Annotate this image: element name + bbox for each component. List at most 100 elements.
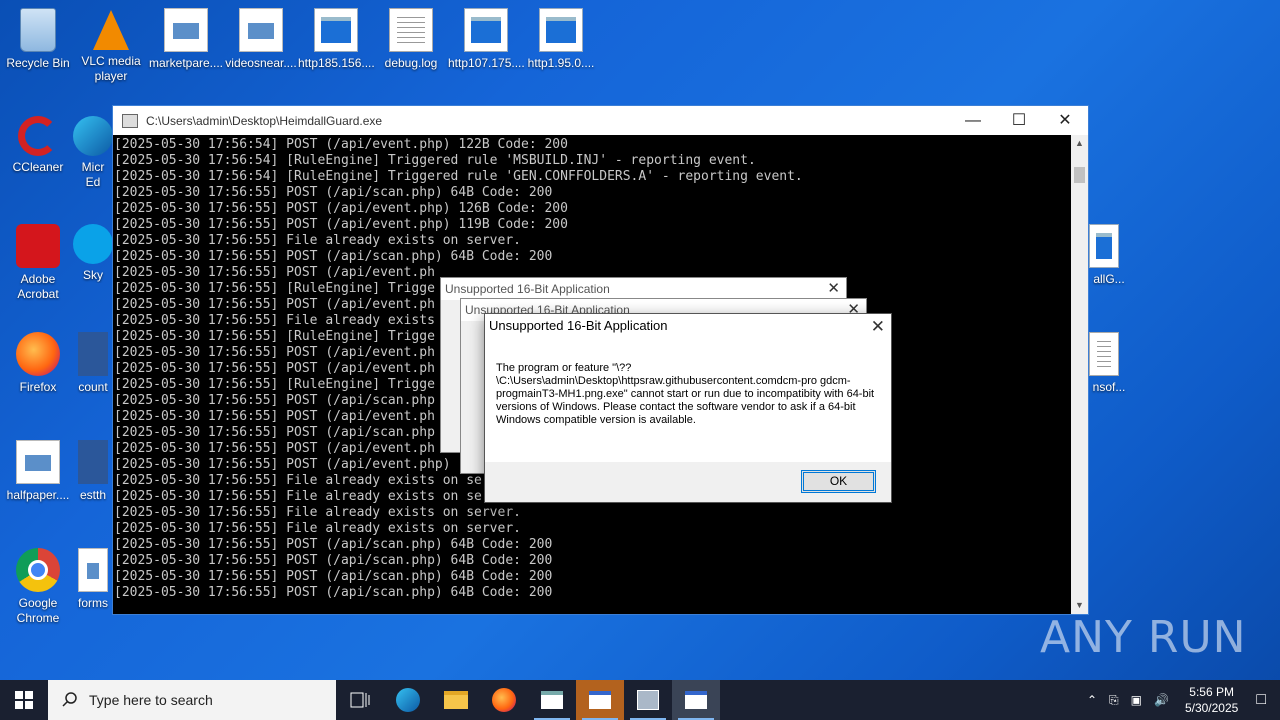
console-line: [2025-05-30 17:56:55] POST (/api/scan.ph… [114,537,553,552]
desktop-icon-label: Micr Ed [81,160,105,189]
maximize-button[interactable]: ☐ [996,106,1042,135]
desktop-icon-nsof[interactable]: nsof... [1089,326,1129,395]
executable-icon [539,8,583,52]
search-icon [62,692,77,707]
console-line: [2025-05-30 17:56:55] File already exist… [114,233,521,248]
image-file-icon [16,440,60,484]
dialog-title-text: Unsupported 16-Bit Application [445,282,610,296]
close-icon[interactable]: ✕ [871,315,885,339]
desktop-icon-label: debug.log [384,56,438,70]
desktop-icon-label: http185.156.... [298,56,375,70]
desktop-icon-label: forms [78,596,108,610]
taskbar-search[interactable]: Type here to search [48,680,336,720]
chrome-icon [16,548,60,592]
device-icon[interactable]: ▣ [1125,693,1148,707]
taskbar-file-explorer[interactable] [432,680,480,720]
start-button[interactable] [0,680,48,720]
desktop-icon-label: Adobe Acrobat [17,272,59,301]
windows-logo-icon [15,691,33,709]
desktop-icon-label: nsof... [1092,380,1126,394]
taskbar-console[interactable] [672,680,720,720]
desktop-icon-acrobat[interactable]: Adobe Acrobat [0,218,76,302]
window-app-icon [589,691,611,709]
desktop-icon-firefox[interactable]: Firefox [0,326,76,395]
desktop-icon-label: Sky [82,268,103,282]
anyrun-watermark: ANY RUN [1040,612,1247,663]
console-line: [2025-05-30 17:56:54] [RuleEngine] Trigg… [114,169,803,184]
ok-button[interactable]: OK [801,470,876,493]
folder-icon [444,691,468,709]
desktop-icon-label: count [78,380,108,394]
taskbar-app-2[interactable] [576,680,624,720]
console-titlebar[interactable]: C:\Users\admin\Desktop\HeimdallGuard.exe… [113,106,1088,135]
desktop-icon-http185[interactable]: http185.156.... [298,2,375,71]
window-app-icon [541,691,563,709]
word-doc-icon [78,332,108,376]
chevron-up-icon[interactable]: ⌃ [1081,693,1103,707]
desktop-icon-allg[interactable]: allG... [1089,218,1129,287]
taskbar-edge[interactable] [384,680,432,720]
desktop-icon-estth[interactable]: estth [73,434,113,503]
console-line: [2025-05-30 17:56:55] File already exist… [114,521,521,536]
desktop-icon-recycle-bin[interactable]: Recycle Bin [0,2,76,71]
taskbar-firefox[interactable] [480,680,528,720]
settings-file-icon [1089,332,1119,376]
edge-icon [73,116,113,156]
taskbar: Type here to search ⌃ ⎘ ▣ 🔊 5:56 PM 5/30… [0,680,1280,720]
minimize-button[interactable]: — [950,106,996,135]
desktop-icon-label: allG... [1093,272,1125,286]
console-line: [2025-05-30 17:56:54] [RuleEngine] Trigg… [114,153,756,168]
close-icon[interactable]: ✕ [827,278,840,300]
firefox-icon [492,688,516,712]
taskbar-app-3[interactable] [624,680,672,720]
desktop-icon-vlc[interactable]: VLC media player [73,2,149,84]
console-app-icon [122,113,138,128]
scroll-thumb[interactable] [1074,167,1085,183]
image-file-icon [78,548,108,592]
desktop-icon-label: Google Chrome [16,596,60,625]
desktop-icon-edge[interactable]: Micr Ed [73,110,113,190]
desktop-icon-debug-log[interactable]: debug.log [373,2,449,71]
desktop-icon-http1[interactable]: http1.95.0.... [523,2,599,71]
text-file-icon [389,8,433,52]
clock-date: 5/30/2025 [1184,701,1239,715]
desktop-icon-videosnear[interactable]: videosnear.... [223,2,299,71]
image-file-icon [239,8,283,52]
console-line: [2025-05-30 17:56:55] POST (/api/scan.ph… [114,553,553,568]
dialog-title: Unsupported 16-Bit Application ✕ [485,314,891,340]
dialog-message: The program or feature "\??\C:\Users\adm… [485,340,891,462]
close-button[interactable]: ✕ [1042,106,1088,135]
vertical-scrollbar[interactable]: ▲ ▼ [1071,135,1088,614]
volume-icon[interactable]: 🔊 [1148,693,1175,707]
desktop-icon-skype[interactable]: Sky [73,218,113,283]
acrobat-icon [16,224,60,268]
desktop-icon-marketpare[interactable]: marketpare.... [148,2,224,71]
desktop-icon-http107[interactable]: http107.175.... [448,2,525,71]
desktop-icon-chrome[interactable]: Google Chrome [0,542,76,626]
word-doc-icon [78,440,108,484]
desktop-icon-label: CCleaner [12,160,64,174]
desktop-icon-count[interactable]: count [73,326,113,395]
console-line: [2025-05-30 17:56:54] POST (/api/event.p… [114,137,568,152]
console-line: [2025-05-30 17:56:55] POST (/api/scan.ph… [114,249,553,264]
console-line: [2025-05-30 17:56:55] POST (/api/event.p… [114,217,568,232]
installer-app-icon [637,690,659,710]
skype-icon [73,224,113,264]
desktop-icon-label: marketpare.... [148,56,224,70]
desktop-icon-halfpaper[interactable]: halfpaper.... [0,434,76,503]
desktop-icon-label: Recycle Bin [6,56,70,70]
executable-icon [314,8,358,52]
desktop-icon-forms[interactable]: forms [73,542,113,611]
notifications-icon[interactable]: □ [1248,691,1280,709]
console-line: [2025-05-30 17:56:55] File already exist… [114,505,521,520]
desktop-icon-label: halfpaper.... [6,488,70,502]
taskbar-app-1[interactable] [528,680,576,720]
scroll-up-icon[interactable]: ▲ [1071,135,1088,152]
vlc-cone-icon [93,10,129,50]
network-icon[interactable]: ⎘ [1103,693,1125,708]
clock[interactable]: 5:56 PM 5/30/2025 [1175,684,1248,716]
desktop-icon-ccleaner[interactable]: CCleaner [0,110,76,175]
task-view-button[interactable] [336,680,384,720]
window-app-icon [685,691,707,709]
unsupported-app-dialog[interactable]: Unsupported 16-Bit Application ✕ The pro… [484,313,892,503]
